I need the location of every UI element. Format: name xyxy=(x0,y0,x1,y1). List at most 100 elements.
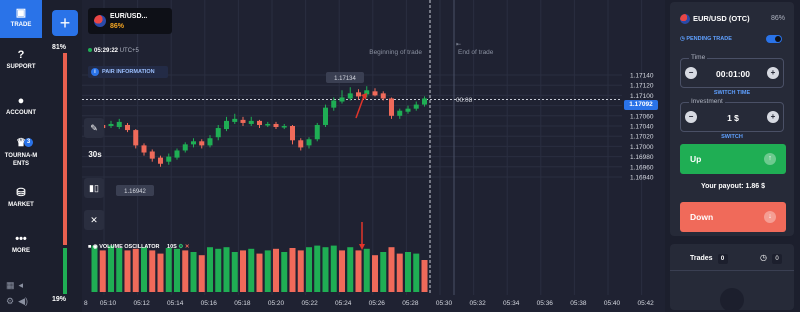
volume-bar xyxy=(157,253,164,292)
sound-icon[interactable]: ◀) xyxy=(18,296,28,307)
more-icon: ••• xyxy=(15,233,27,245)
down-button[interactable]: Down ↓ xyxy=(680,202,786,232)
candle xyxy=(405,108,411,112)
candle xyxy=(207,138,213,146)
volume-bar xyxy=(207,247,213,292)
eu-us-flag-icon xyxy=(680,14,690,25)
candle xyxy=(356,92,361,97)
price-tick-label: 1.17120 xyxy=(630,83,654,90)
back-arrow-icon[interactable]: ◂ xyxy=(19,280,24,291)
volume-bar xyxy=(190,252,197,292)
indicator-icon: ✕ xyxy=(90,215,98,225)
candle xyxy=(372,91,378,96)
chart-type-button[interactable]: ▮▯ xyxy=(84,178,104,198)
pending-trades-tab[interactable]: ◷ 0 xyxy=(760,253,782,264)
nav-more[interactable]: ••• MORE xyxy=(0,233,42,255)
volume-bar xyxy=(396,253,403,292)
candle xyxy=(273,123,279,128)
pending-count: 0 xyxy=(771,254,782,264)
volume-bar xyxy=(223,247,230,292)
timeframe-button[interactable]: 30s xyxy=(84,150,106,159)
indicator-toggle-icon[interactable]: ■ xyxy=(88,244,91,250)
candle xyxy=(174,150,180,158)
volume-bar xyxy=(314,245,321,292)
add-chart-button[interactable]: + xyxy=(52,10,78,36)
eye-icon[interactable]: ◉ xyxy=(93,244,98,250)
nav-support[interactable]: ? SUPPORT xyxy=(0,50,42,71)
draw-tool-button[interactable]: ✎ xyxy=(84,118,104,138)
asset-selector[interactable]: EUR/USD... 86% xyxy=(88,8,172,34)
candle xyxy=(306,139,312,146)
candles-icon: ▮▯ xyxy=(89,183,99,193)
volume-bar xyxy=(380,252,387,292)
pending-trade-toggle[interactable] xyxy=(766,35,782,43)
nav-market-label: MARKET xyxy=(8,202,34,208)
candle xyxy=(339,97,345,102)
price-tick-label: 1.16980 xyxy=(630,154,654,161)
nav-market[interactable]: ⛁ MARKET xyxy=(0,188,42,209)
online-dot-icon xyxy=(88,48,92,52)
trades-tab-label: Trades xyxy=(690,255,713,262)
candle xyxy=(248,120,254,124)
volume-bar xyxy=(108,245,114,292)
up-button[interactable]: Up ↑ xyxy=(680,144,786,174)
current-price-tag: 1.17092 xyxy=(624,100,658,110)
payout-text: Your payout: 1.86 $ xyxy=(700,183,766,190)
time-axis-edge-label: 8 xyxy=(84,300,88,307)
tournaments-badge: 3 xyxy=(24,138,33,147)
candle xyxy=(389,98,394,116)
volume-oscillator-header: ■ ◉ VOLUME OSCILLATOR 10S ⚙ ✕ xyxy=(88,244,189,250)
switch-time-link[interactable]: SWITCH TIME xyxy=(680,90,784,96)
arrow-down-icon: ↓ xyxy=(764,211,776,223)
volume-bar xyxy=(330,245,337,292)
pair-information-button[interactable]: i PAIR INFORMATION xyxy=(88,66,168,78)
volume-bar xyxy=(421,260,428,292)
nav-account[interactable]: ● ACCOUNT xyxy=(0,96,42,117)
candle xyxy=(298,140,304,148)
left-nav: ▣ TRADE ? SUPPORT ● ACCOUNT ♛ 3 TOURNA-M… xyxy=(0,0,42,312)
time-field[interactable]: Time − 00:01:00 + xyxy=(680,54,784,88)
remove-indicator-icon[interactable]: ✕ xyxy=(185,244,190,250)
candle xyxy=(182,144,188,151)
time-tick-label: 05:30 xyxy=(436,300,453,307)
trades-count: 0 xyxy=(717,254,728,264)
investment-field[interactable]: Investment − 1 $ + xyxy=(680,98,784,132)
volume-bar xyxy=(91,245,98,292)
end-trade-arrow-icon: ⇤ xyxy=(456,42,461,48)
candle xyxy=(257,120,262,125)
trades-tab[interactable]: Trades 0 xyxy=(690,254,728,264)
countdown-label: 00:08 xyxy=(456,97,473,104)
candle xyxy=(166,156,172,162)
candle xyxy=(422,98,427,105)
time-tick-label: 05:40 xyxy=(604,300,621,307)
indicators-button[interactable]: ✕ xyxy=(84,210,104,230)
nav-tournaments[interactable]: ♛ 3 TOURNA-MENTS xyxy=(0,138,42,168)
high-price-label: 1.17134 xyxy=(334,76,356,82)
time-increase-button[interactable]: + xyxy=(767,67,779,79)
switch-investment-link[interactable]: SWITCH xyxy=(680,134,784,140)
settings-icon[interactable]: ⚙ xyxy=(178,244,183,250)
candle xyxy=(224,120,229,130)
volume-bar xyxy=(281,252,288,292)
volume-bar xyxy=(363,248,370,292)
investment-increase-button[interactable]: + xyxy=(767,111,779,123)
sentiment-sell-bar xyxy=(63,53,67,245)
price-chart[interactable]: 1.171401.171201.171001.170801.170601.170… xyxy=(82,0,665,312)
candle xyxy=(314,124,320,140)
volume-bar xyxy=(248,248,255,292)
panel-asset-name: EUR/USD (OTC) xyxy=(693,14,750,23)
volume-bar xyxy=(388,247,395,292)
nav-support-label: SUPPORT xyxy=(6,64,36,70)
volume-bar xyxy=(198,255,205,292)
time-label: Time xyxy=(689,54,708,61)
empty-trades-icon xyxy=(720,288,744,312)
time-tick-label: 05:24 xyxy=(335,300,352,307)
gear-icon[interactable]: ⚙ xyxy=(6,296,14,307)
nav-trade[interactable]: ▣ TRADE xyxy=(0,0,42,38)
nav-more-label: MORE xyxy=(12,248,30,254)
arrow-up-icon: ↑ xyxy=(764,153,776,165)
down-label: Down xyxy=(690,212,714,222)
low-price-label: 1.16942 xyxy=(124,189,146,195)
grid-icon[interactable]: ▦ xyxy=(6,280,15,291)
time-tick-label: 05:32 xyxy=(469,300,486,307)
